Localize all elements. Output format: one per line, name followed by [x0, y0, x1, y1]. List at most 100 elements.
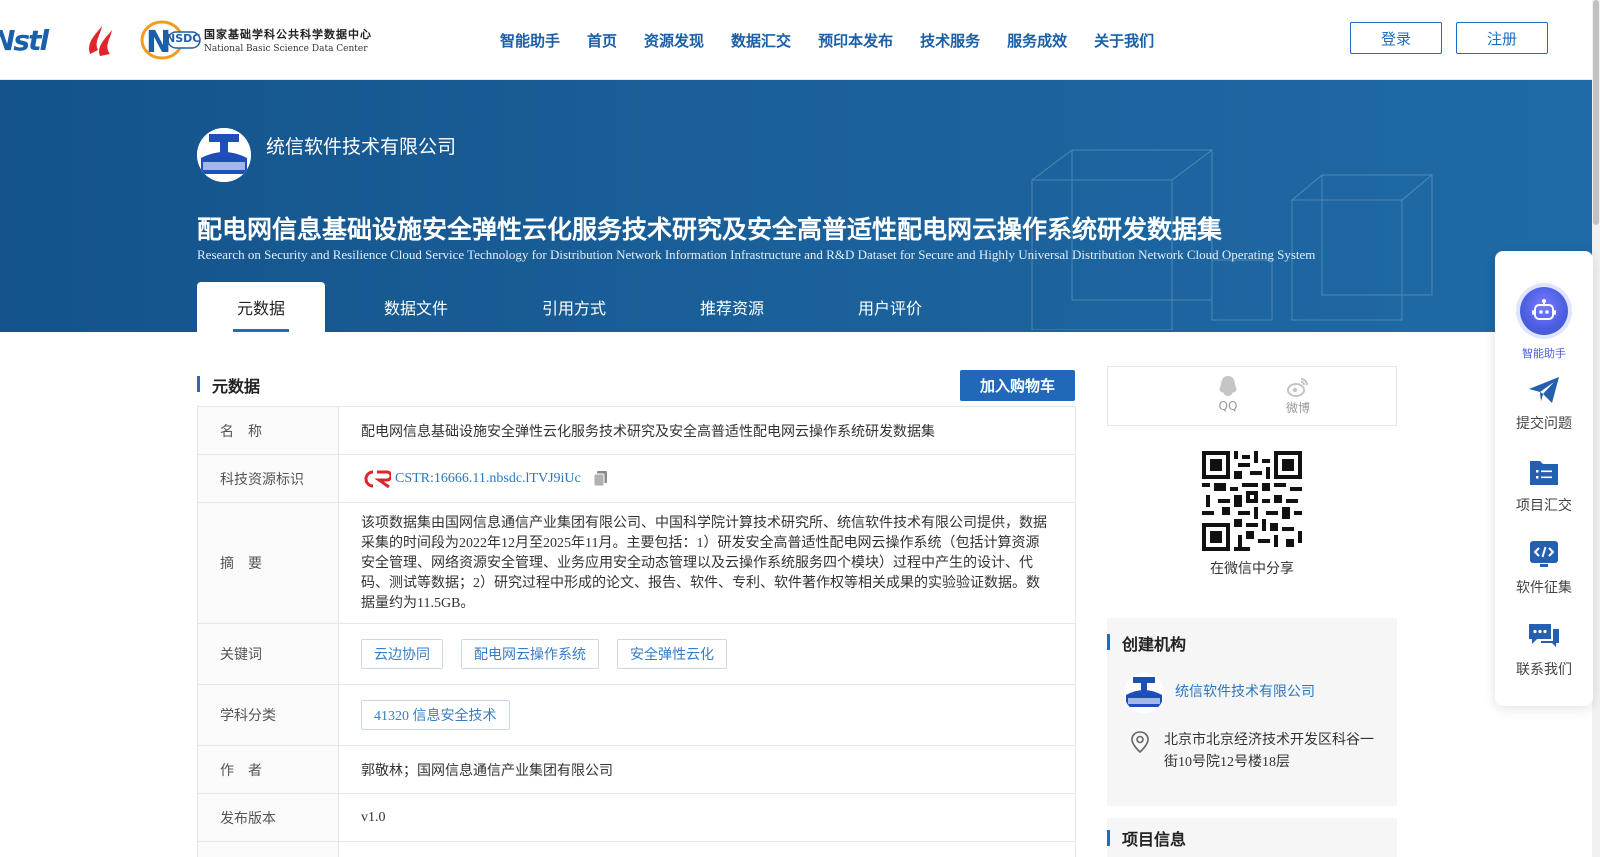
row-key-version: 发布版本 [198, 794, 339, 841]
float-software-label: 软件征集 [1516, 580, 1572, 596]
floating-tool-panel: 智能助手 提交问题 项目汇交 软件征集 联系我们 [1495, 251, 1593, 706]
row-val-version: v1.0 [361, 809, 386, 825]
chat-bubbles-icon [1529, 624, 1559, 647]
metadata-section-title: 元数据 [212, 377, 261, 396]
nsdc-en-name: National Basic Science Data Center [204, 44, 368, 54]
nsdc-mark-text: NSDC [166, 32, 201, 45]
creator-org-logo [1124, 673, 1164, 713]
dataset-title-en: Research on Security and Resilience Clou… [197, 247, 1316, 262]
row-key-empty [198, 842, 339, 857]
row-val-empty [339, 842, 1075, 857]
tab-data-files[interactable]: 数据文件 [337, 282, 495, 332]
row-key-abstract: 摘 要 [198, 503, 339, 623]
keyword-tag[interactable]: 配电网云操作系统 [461, 639, 599, 669]
table-row: 科技资源标识 CSTR:16666.11.nbsdc.lTVJ9iUc [198, 455, 1075, 503]
creator-org-name[interactable]: 统信软件技术有限公司 [1175, 681, 1315, 701]
location-icon [1131, 731, 1149, 753]
tab-recommended[interactable]: 推荐资源 [653, 282, 811, 332]
tab-citation[interactable]: 引用方式 [495, 282, 653, 332]
row-val-subject: 41320 信息安全技术 [339, 685, 1075, 745]
float-ai-assistant[interactable]: 智能助手 [1495, 287, 1593, 361]
org-name[interactable]: 统信软件技术有限公司 [266, 132, 456, 159]
copy-icon[interactable] [593, 470, 609, 488]
red-logo-icon[interactable] [82, 20, 122, 60]
cstr-link[interactable]: CSTR:16666.11.nbsdc.lTVJ9iUc [395, 471, 581, 487]
folder-list-icon [1530, 461, 1558, 485]
float-submit-label: 提交问题 [1516, 416, 1572, 432]
creator-org-card: 创建机构 统信软件技术有限公司 北京市北京经济技术开发区科谷一街10号院12号楼… [1107, 618, 1397, 806]
share-weibo-label: 微博 [1285, 401, 1310, 415]
nstl-logo[interactable]: Nstl [0, 20, 70, 60]
auth-buttons: 登录 注册 [1336, 22, 1548, 54]
row-key-author: 作 者 [198, 746, 339, 793]
row-val-identifier: CSTR:16666.11.nbsdc.lTVJ9iUc [339, 455, 1075, 502]
float-project-label: 项目汇交 [1516, 498, 1572, 514]
float-software-collection[interactable]: 软件征集 [1495, 539, 1593, 597]
card-accent-bar [1107, 830, 1110, 846]
row-key-keywords: 关键词 [198, 624, 339, 684]
nav-tech-service[interactable]: 技术服务 [920, 30, 980, 51]
float-ai-label: 智能助手 [1522, 347, 1566, 360]
tab-user-reviews[interactable]: 用户评价 [811, 282, 969, 332]
keyword-tag[interactable]: 安全弹性云化 [617, 639, 727, 669]
nsdc-logo[interactable]: N NSDC 国家基础学科公共科学数据中心 National Basic Sci… [140, 20, 372, 60]
top-header: Nstl N NSDC 国家基础学科公共科学数据中心 National Basi… [0, 0, 1600, 80]
share-qq[interactable]: QQ [1208, 375, 1248, 413]
row-val-keywords: 云边协同 配电网云操作系统 安全弹性云化 [339, 624, 1075, 684]
row-val-abstract: 该项数据集由国网信息通信产业集团有限公司、中国科学院计算技术研究所、统信软件技术… [361, 516, 1047, 611]
project-info-card: 项目信息 [1107, 818, 1397, 857]
nav-about[interactable]: 关于我们 [1094, 30, 1154, 51]
main-nav: 智能助手 首页 资源发现 数据汇交 预印本发布 技术服务 服务成效 关于我们 [500, 0, 1181, 80]
qq-icon [1219, 376, 1237, 396]
row-key-name: 名 称 [198, 407, 339, 454]
float-submit-question[interactable]: 提交问题 [1495, 375, 1593, 433]
row-key-identifier: 科技资源标识 [198, 455, 339, 502]
nav-ai-assistant[interactable]: 智能助手 [500, 30, 560, 51]
org-logo [197, 128, 251, 182]
row-val-author: 郭敬林；国网信息通信产业集团有限公司 [361, 763, 613, 779]
share-qq-label: QQ [1218, 399, 1238, 413]
register-button[interactable]: 注册 [1456, 22, 1548, 54]
metadata-table: 名 称 配电网信息基础设施安全弹性云化服务技术研究及安全高普适性配电网云操作系统… [197, 406, 1076, 857]
table-row: 学科分类 41320 信息安全技术 [198, 685, 1075, 746]
qr-caption: 在微信中分享 [1210, 561, 1294, 577]
nav-data-submission[interactable]: 数据汇交 [731, 30, 791, 51]
row-val-name: 配电网信息基础设施安全弹性云化服务技术研究及安全高普适性配电网云操作系统研发数据… [361, 424, 935, 440]
float-contact-us[interactable]: 联系我们 [1495, 621, 1593, 679]
subject-tag[interactable]: 41320 信息安全技术 [361, 700, 510, 730]
float-project-submission[interactable]: 项目汇交 [1495, 457, 1593, 515]
cstr-logo-icon [364, 470, 391, 488]
section-accent-bar [197, 376, 200, 392]
dataset-tabs: 元数据 数据文件 引用方式 推荐资源 用户评价 [197, 282, 969, 332]
nsdc-cn-name: 国家基础学科公共科学数据中心 [204, 28, 372, 41]
table-row [198, 842, 1075, 857]
table-row: 名 称 配电网信息基础设施安全弹性云化服务技术研究及安全高普适性配电网云操作系统… [198, 407, 1075, 455]
login-button[interactable]: 登录 [1350, 22, 1442, 54]
dataset-banner: 统信软件技术有限公司 配电网信息基础设施安全弹性云化服务技术研究及安全高普适性配… [0, 80, 1592, 332]
table-row: 摘 要 该项数据集由国网信息通信产业集团有限公司、中国科学院计算技术研究所、统信… [198, 503, 1075, 624]
keyword-tag[interactable]: 云边协同 [361, 639, 443, 669]
paper-plane-icon [1529, 377, 1559, 403]
nav-service-results[interactable]: 服务成效 [1007, 30, 1067, 51]
share-weibo[interactable]: 微博 [1278, 375, 1318, 416]
dataset-title: 配电网信息基础设施安全弹性云化服务技术研究及安全高普适性配电网云操作系统研发数据… [197, 215, 1223, 244]
row-key-subject: 学科分类 [198, 685, 339, 745]
table-row: 作 者 郭敬林；国网信息通信产业集团有限公司 [198, 746, 1075, 794]
logo-group: Nstl N NSDC 国家基础学科公共科学数据中心 National Basi… [0, 18, 372, 62]
float-contact-label: 联系我们 [1516, 662, 1572, 678]
metadata-section-header: 元数据 加入购物车 [197, 370, 1077, 401]
scrollbar-thumb[interactable] [1593, 0, 1599, 225]
creator-org-address: 北京市北京经济技术开发区科谷一街10号院12号楼18层 [1164, 733, 1374, 770]
org-logo-icon [197, 128, 251, 182]
nav-home[interactable]: 首页 [587, 30, 617, 51]
nsdc-text: 国家基础学科公共科学数据中心 National Basic Science Da… [204, 26, 372, 54]
share-box: QQ 微博 [1107, 366, 1397, 426]
org-logo-icon [1124, 673, 1164, 713]
page-scrollbar[interactable] [1592, 0, 1600, 857]
nav-preprint[interactable]: 预印本发布 [818, 30, 893, 51]
add-to-cart-button[interactable]: 加入购物车 [960, 370, 1075, 401]
tab-metadata[interactable]: 元数据 [197, 282, 325, 332]
code-icon [1530, 541, 1558, 567]
weibo-icon [1287, 378, 1308, 397]
nav-resource-discovery[interactable]: 资源发现 [644, 30, 704, 51]
